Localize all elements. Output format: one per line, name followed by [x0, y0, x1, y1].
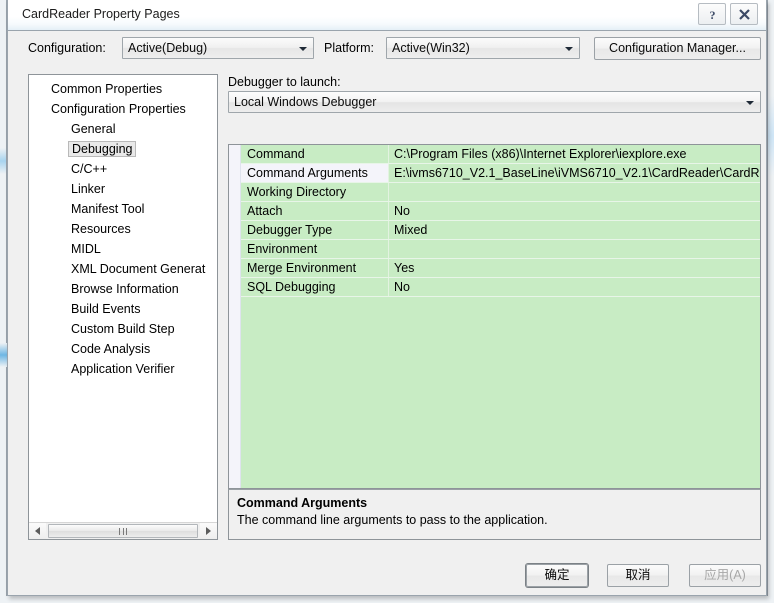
- close-icon: [738, 8, 750, 20]
- property-value-cell[interactable]: No: [389, 202, 760, 220]
- dialog-footer: 确定 取消 应用(A): [8, 556, 766, 596]
- tree-item-label: Debugging: [68, 141, 137, 157]
- backdrop-bottom-strip: [0, 596, 774, 603]
- tree-item-label: Linker: [71, 182, 106, 196]
- caption-button-group: ?: [698, 3, 758, 25]
- chevron-down-icon: [746, 101, 754, 105]
- tree-item-linker[interactable]: Linker: [29, 179, 217, 199]
- tree-item-custom-build-step[interactable]: Custom Build Step: [29, 319, 217, 339]
- ok-button[interactable]: 确定: [526, 564, 588, 587]
- tree-item-c-cpp[interactable]: C/C++: [29, 159, 217, 179]
- tree-item-label: Browse Information: [71, 282, 179, 296]
- property-value-cell[interactable]: C:\Program Files (x86)\Internet Explorer…: [389, 145, 760, 163]
- tree-item-resources[interactable]: Resources: [29, 219, 217, 239]
- tree-item-label: C/C++: [71, 162, 108, 176]
- property-name-cell: Debugger Type: [241, 221, 389, 239]
- description-title: Command Arguments: [237, 496, 368, 510]
- cancel-button[interactable]: 取消: [607, 564, 669, 587]
- debugger-to-launch-label: Debugger to launch:: [228, 75, 341, 89]
- scrollbar-thumb[interactable]: [48, 524, 198, 538]
- tree-item-label: General: [71, 122, 116, 136]
- tree-item-general[interactable]: General: [29, 119, 217, 139]
- tree-item-label: Configuration Properties: [51, 102, 186, 116]
- property-value-cell[interactable]: [389, 183, 760, 201]
- tree-item-build-events[interactable]: Build Events: [29, 299, 217, 319]
- tree-item-label: Custom Build Step: [71, 322, 175, 336]
- table-row[interactable]: Working Directory: [241, 183, 760, 202]
- platform-dropdown-value: Active(Win32): [392, 41, 470, 55]
- tree-item-label: XML Document Generat: [71, 262, 206, 276]
- tree-item-browse-information[interactable]: Browse Information: [29, 279, 217, 299]
- window-title: CardReader Property Pages: [22, 7, 180, 21]
- svg-text:?: ?: [709, 8, 715, 21]
- tree-item-label: Build Events: [71, 302, 141, 316]
- property-name-cell: SQL Debugging: [241, 278, 389, 296]
- property-value-cell[interactable]: Mixed: [389, 221, 760, 239]
- backdrop-highlight-upper: [0, 148, 6, 174]
- tree-item-configuration-properties[interactable]: Configuration Properties: [29, 99, 217, 119]
- property-value-cell[interactable]: Yes: [389, 259, 760, 277]
- title-bar: CardReader Property Pages ?: [8, 0, 766, 31]
- backdrop-right-strip: [768, 0, 774, 603]
- question-mark-icon: ?: [709, 8, 715, 21]
- tree-item-label: Common Properties: [51, 82, 163, 96]
- scroll-right-arrow-icon[interactable]: [200, 523, 217, 539]
- property-value-cell[interactable]: E:\ivms6710_V2.1_BaseLine\iVMS6710_V2.1\…: [389, 164, 760, 182]
- platform-label: Platform:: [324, 41, 375, 55]
- description-text: The command line arguments to pass to th…: [237, 513, 548, 527]
- property-value-cell[interactable]: No: [389, 278, 760, 296]
- configuration-bar: Configuration: Active(Debug) Platform: A…: [8, 31, 766, 67]
- tree-horizontal-scrollbar[interactable]: [29, 522, 217, 539]
- property-category-tree[interactable]: Common Properties Configuration Properti…: [28, 74, 218, 540]
- chevron-down-icon: [299, 47, 307, 51]
- tree-item-midl[interactable]: MIDL: [29, 239, 217, 259]
- table-row[interactable]: Attach No: [241, 202, 760, 221]
- close-button[interactable]: [730, 3, 758, 25]
- property-value-cell[interactable]: [389, 240, 760, 258]
- scroll-left-arrow-icon[interactable]: [29, 523, 46, 539]
- apply-button: 应用(A): [689, 564, 761, 587]
- configuration-dropdown[interactable]: Active(Debug): [122, 37, 314, 59]
- configuration-label: Configuration:: [28, 41, 106, 55]
- table-row[interactable]: Environment: [241, 240, 760, 259]
- debugger-to-launch-dropdown[interactable]: Local Windows Debugger: [228, 91, 761, 113]
- tree-item-xml-document-generator[interactable]: XML Document Generat: [29, 259, 217, 279]
- scrollbar-grip-icon: [119, 528, 127, 535]
- table-row[interactable]: Command Arguments E:\ivms6710_V2.1_BaseL…: [241, 164, 760, 183]
- property-name-cell: Working Directory: [241, 183, 389, 201]
- tree-item-code-analysis[interactable]: Code Analysis: [29, 339, 217, 359]
- tree-item-application-verifier[interactable]: Application Verifier: [29, 359, 217, 379]
- property-pages-dialog: CardReader Property Pages ? Configuratio…: [7, 0, 767, 596]
- debugger-to-launch-value: Local Windows Debugger: [234, 95, 377, 109]
- table-row[interactable]: Debugger Type Mixed: [241, 221, 760, 240]
- chevron-down-icon: [565, 47, 573, 51]
- property-grid-rows: Command C:\Program Files (x86)\Internet …: [241, 145, 760, 297]
- table-row[interactable]: Merge Environment Yes: [241, 259, 760, 278]
- property-name-cell: Command: [241, 145, 389, 163]
- property-name-cell: Command Arguments: [241, 164, 389, 182]
- tree-item-label: MIDL: [71, 242, 101, 256]
- help-button[interactable]: ?: [698, 3, 726, 25]
- configuration-dropdown-value: Active(Debug): [128, 41, 208, 55]
- configuration-manager-button[interactable]: Configuration Manager...: [594, 37, 761, 60]
- tree-item-list: Common Properties Configuration Properti…: [29, 79, 217, 379]
- tree-item-common-properties[interactable]: Common Properties: [29, 79, 217, 99]
- tree-item-debugging[interactable]: Debugging: [29, 139, 217, 159]
- platform-dropdown[interactable]: Active(Win32): [386, 37, 580, 59]
- property-name-cell: Attach: [241, 202, 389, 220]
- tree-item-manifest-tool[interactable]: Manifest Tool: [29, 199, 217, 219]
- tree-item-label: Manifest Tool: [71, 202, 145, 216]
- tree-item-label: Application Verifier: [71, 362, 175, 376]
- property-name-cell: Merge Environment: [241, 259, 389, 277]
- property-name-cell: Environment: [241, 240, 389, 258]
- tree-item-label: Code Analysis: [71, 342, 151, 356]
- property-description-pane: Command Arguments The command line argum…: [228, 489, 761, 540]
- backdrop-right-highlight: [768, 96, 774, 176]
- table-row[interactable]: Command C:\Program Files (x86)\Internet …: [241, 145, 760, 164]
- property-grid[interactable]: Command C:\Program Files (x86)\Internet …: [228, 144, 761, 489]
- property-grid-gutter: [229, 145, 241, 488]
- backdrop-highlight-lower: [0, 343, 7, 367]
- tree-item-label: Resources: [71, 222, 131, 236]
- table-row[interactable]: SQL Debugging No: [241, 278, 760, 297]
